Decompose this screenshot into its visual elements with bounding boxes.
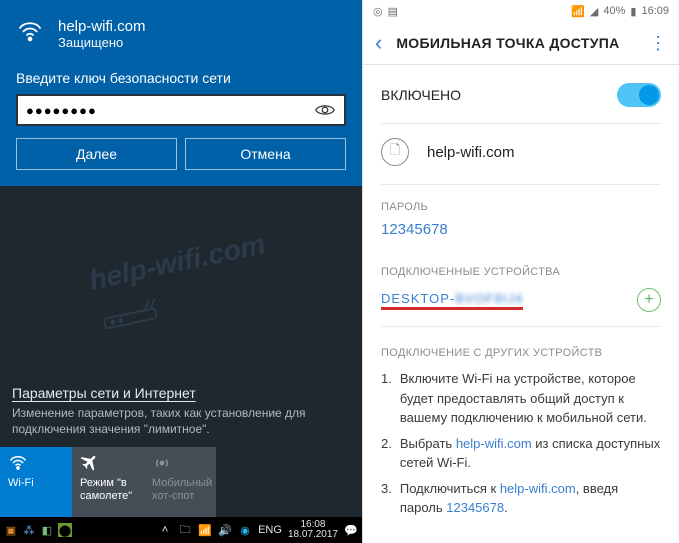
- appbar-title: МОБИЛЬНАЯ ТОЧКА ДОСТУПА: [396, 35, 619, 51]
- wifi-password-value: ●●●●●●●●: [26, 103, 314, 118]
- instruction-item: 2. Выбрать help-wifi.com из списка досту…: [381, 434, 661, 473]
- overflow-menu-button[interactable]: ⋮: [649, 33, 667, 54]
- reveal-password-icon[interactable]: [314, 101, 336, 119]
- wifi-password-prompt: Введите ключ безопасности сети: [16, 70, 346, 86]
- appbar: ‹ МОБИЛЬНАЯ ТОЧКА ДОСТУПА ⋮: [363, 22, 679, 65]
- hotspot-toggle[interactable]: [617, 83, 661, 107]
- hotspot-toggle-row: ВКЛЮЧЕНО: [381, 65, 661, 124]
- wifi-connect-card: help-wifi.com Защищено Введите ключ безо…: [0, 0, 362, 186]
- connected-device-row[interactable]: DESKTOP-BVOF8IJ4 +: [381, 288, 661, 312]
- notification-icon: ▤: [388, 5, 398, 18]
- wifi-password-input[interactable]: ●●●●●●●●: [16, 94, 346, 126]
- instruction-item: 1. Включите Wi-Fi на устройстве, которое…: [381, 369, 661, 428]
- next-button[interactable]: Далее: [16, 138, 177, 170]
- tile-wifi[interactable]: Wi-Fi: [0, 447, 72, 517]
- document-icon: 🗋: [381, 138, 409, 166]
- signal-icon: ◢: [590, 5, 598, 18]
- network-icon[interactable]: 📶: [198, 523, 212, 537]
- windows-wifi-panel: help-wifi.com Защищено Введите ключ безо…: [0, 0, 362, 543]
- password-section-label: ПАРОЛЬ: [381, 201, 661, 213]
- android-hotspot-screen: ◎ ▤ 📶 ◢ 40% ▮ 16:09 ‹ МОБИЛЬНАЯ ТОЧКА ДО…: [362, 0, 679, 543]
- quick-action-tiles: Wi-Fi Режим "в самолете" Мобильный хот-с…: [0, 447, 362, 517]
- status-time: 16:09: [641, 5, 669, 17]
- network-settings-block: Параметры сети и Интернет Изменение пара…: [0, 379, 362, 447]
- password-value[interactable]: 12345678: [381, 221, 661, 238]
- network-name: help-wifi.com: [427, 144, 515, 161]
- devices-section-label: ПОДКЛЮЧЕННЫЕ УСТРОЙСТВА: [381, 266, 661, 278]
- hotspot-icon: [152, 453, 172, 473]
- battery-percentage: 40%: [603, 5, 625, 17]
- taskbar-app-icon[interactable]: ◧: [40, 523, 54, 537]
- instagram-icon: ◎: [373, 5, 383, 18]
- taskbar-app-icon[interactable]: ▣: [4, 523, 18, 537]
- instructions-block: ПОДКЛЮЧЕНИЕ С ДРУГИХ УСТРОЙСТВ 1. Включи…: [381, 327, 661, 538]
- enabled-label: ВКЛЮЧЕНО: [381, 87, 461, 103]
- tray-chevron-icon[interactable]: ˄: [158, 523, 172, 537]
- android-statusbar: ◎ ▤ 📶 ◢ 40% ▮ 16:09: [363, 0, 679, 22]
- wifi-ssid: help-wifi.com: [58, 18, 146, 35]
- flyout-background: help-wifi.com: [0, 186, 362, 379]
- network-name-row[interactable]: 🗋 help-wifi.com: [381, 124, 661, 185]
- wifi-icon: [8, 453, 28, 473]
- back-button[interactable]: ‹: [375, 30, 382, 56]
- wifi-status: Защищено: [58, 35, 146, 50]
- add-device-button[interactable]: +: [637, 288, 661, 312]
- language-indicator[interactable]: ENG: [258, 524, 282, 536]
- connected-device-name: DESKTOP-BVOF8IJ4: [381, 291, 523, 310]
- battery-icon[interactable]: 🗀: [178, 523, 192, 537]
- taskbar: ▣ ⁂ ◧ ⬤ ˄ 🗀 📶 🔊 ◉ ENG 16:08 18.07.2017 💬: [0, 517, 362, 543]
- tile-airplane[interactable]: Режим "в самолете": [72, 447, 144, 517]
- airplane-icon: [80, 453, 100, 473]
- tile-hotspot[interactable]: Мобильный хот-спот: [144, 447, 216, 517]
- sync-icon[interactable]: ◉: [238, 523, 252, 537]
- battery-icon: ▮: [630, 5, 636, 18]
- nvidia-icon[interactable]: ⬤: [58, 523, 72, 537]
- other-devices-label: ПОДКЛЮЧЕНИЕ С ДРУГИХ УСТРОЙСТВ: [381, 347, 661, 359]
- cancel-button[interactable]: Отмена: [185, 138, 346, 170]
- watermark-text: help-wifi.com: [86, 229, 276, 337]
- wifi-signal-icon: [16, 18, 44, 46]
- volume-icon[interactable]: 🔊: [218, 523, 232, 537]
- hotspot-status-icon: 📶: [571, 5, 585, 18]
- bluetooth-icon[interactable]: ⁂: [22, 523, 36, 537]
- instruction-item: 3. Подключиться к help-wifi.com, введя п…: [381, 479, 661, 518]
- network-settings-desc: Изменение параметров, таких как установл…: [12, 405, 350, 437]
- action-center-icon[interactable]: 💬: [344, 523, 358, 537]
- network-settings-link[interactable]: Параметры сети и Интернет: [12, 385, 196, 401]
- taskbar-clock[interactable]: 16:08 18.07.2017: [288, 520, 338, 541]
